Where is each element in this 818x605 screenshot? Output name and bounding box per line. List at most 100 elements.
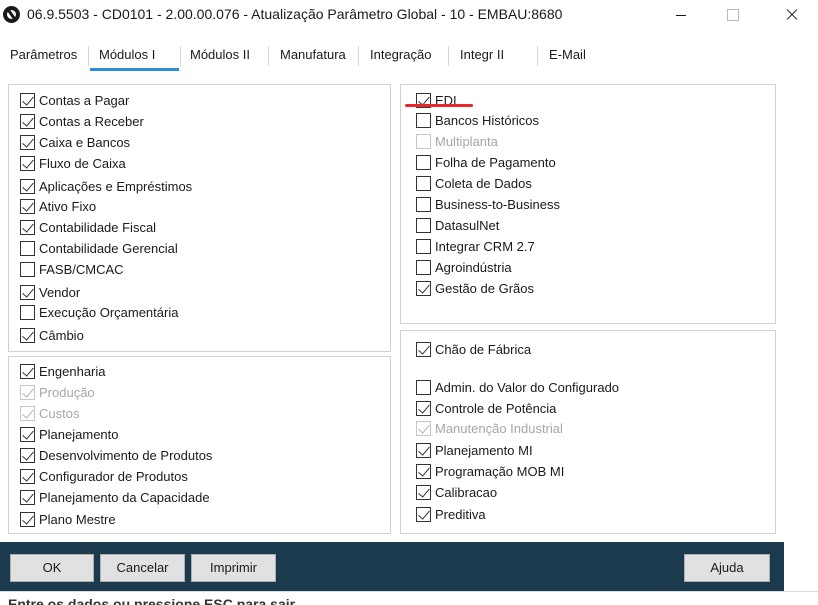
checkbox-label: Coleta de Dados (435, 175, 532, 191)
checkbox-coleta-de-dados[interactable]: Coleta de Dados (416, 174, 532, 192)
minimize-icon[interactable] (658, 0, 704, 30)
checkbox-preditiva[interactable]: Preditiva (416, 505, 486, 523)
checkbox-desenvolvimento-de-produtos[interactable]: Desenvolvimento de Produtos (20, 446, 212, 464)
tab-integracao[interactable]: Integração (361, 40, 431, 70)
checkbox-vendor[interactable]: Vendor (20, 283, 80, 301)
checkbox-label: Fluxo de Caixa (39, 155, 126, 171)
checkbox-integrar-crm[interactable]: Integrar CRM 2.7 (416, 237, 535, 255)
checkbox-box[interactable] (416, 196, 431, 212)
checkbox-planejamento-mi[interactable]: Planejamento MI (416, 441, 533, 459)
status-text: Entre os dados ou pressione ESC para sai… (8, 596, 299, 605)
checkbox-box[interactable] (416, 217, 431, 233)
checkbox-box[interactable] (416, 463, 431, 479)
checkbox-box[interactable] (20, 468, 35, 484)
checkbox-box[interactable] (20, 489, 35, 505)
checkbox-box[interactable] (20, 327, 35, 343)
checkbox-box[interactable] (416, 259, 431, 275)
checkbox-datasulnet[interactable]: DatasulNet (416, 216, 499, 234)
checkbox-box (20, 384, 35, 400)
checkbox-contas-a-receber[interactable]: Contas a Receber (20, 112, 144, 130)
tab-modulos-i[interactable]: Módulos I (90, 40, 179, 71)
checkbox-fasb-cmcac[interactable]: FASB/CMCAC (20, 260, 124, 278)
checkbox-label: Agroindústria (435, 259, 512, 275)
checkbox-box[interactable] (20, 113, 35, 129)
checkbox-box[interactable] (20, 178, 35, 194)
help-button[interactable]: Ajuda (684, 554, 770, 582)
checkbox-configurador-de-produtos[interactable]: Configurador de Produtos (20, 467, 188, 485)
checkbox-label: Preditiva (435, 506, 486, 522)
checkbox-label: Configurador de Produtos (39, 468, 188, 484)
checkbox-contas-a-pagar[interactable]: Contas a Pagar (20, 91, 129, 109)
tab-manufatura[interactable]: Manufatura (271, 40, 351, 70)
tab-separator (268, 46, 269, 66)
checkbox-box[interactable] (20, 155, 35, 171)
red-underline-annotation (405, 104, 473, 107)
checkbox-cambio[interactable]: Câmbio (20, 326, 84, 344)
checkbox-programacao-mob-mi[interactable]: Programação MOB MI (416, 462, 564, 480)
checkbox-box[interactable] (416, 238, 431, 254)
checkbox-bancos-historicos[interactable]: Bancos Históricos (416, 111, 539, 129)
checkbox-box[interactable] (20, 92, 35, 108)
checkbox-planejamento-da-capacidade[interactable]: Planejamento da Capacidade (20, 488, 210, 506)
checkbox-label: FASB/CMCAC (39, 261, 124, 277)
tab-separator (88, 46, 89, 66)
checkbox-label: Vendor (39, 284, 81, 300)
checkbox-execucao-orcamentaria[interactable]: Execução Orçamentária (20, 303, 178, 321)
ok-button[interactable]: OK (10, 554, 94, 582)
checkbox-engenharia[interactable]: Engenharia (20, 362, 106, 380)
checkbox-box[interactable] (20, 261, 35, 277)
checkbox-box[interactable] (416, 442, 431, 458)
checkbox-label: Calibracao (435, 484, 498, 500)
checkbox-label: Multiplanta (435, 133, 498, 149)
checkbox-box[interactable] (20, 304, 35, 320)
cancel-button[interactable]: Cancelar (100, 554, 185, 582)
checkbox-box[interactable] (416, 154, 431, 170)
tab-parametros[interactable]: Parâmetros (1, 40, 77, 70)
checkbox-ativo-fixo[interactable]: Ativo Fixo (20, 197, 96, 215)
checkbox-box[interactable] (20, 426, 35, 442)
checkbox-box[interactable] (20, 511, 35, 527)
checkbox-box[interactable] (20, 198, 35, 214)
checkbox-box[interactable] (20, 240, 35, 256)
checkbox-box[interactable] (20, 284, 35, 300)
checkbox-box[interactable] (416, 175, 431, 191)
checkbox-box[interactable] (416, 280, 431, 296)
checkbox-caixa-e-bancos[interactable]: Caixa e Bancos (20, 133, 130, 151)
checkbox-label: Manutenção Industrial (435, 420, 563, 436)
checkbox-business-to-business[interactable]: Business-to-Business (416, 195, 560, 213)
checkbox-chao-de-fabrica[interactable]: Chão de Fábrica (416, 340, 531, 358)
tab-integr-ii[interactable]: Integr II (451, 40, 504, 70)
checkbox-aplicacoes-e-emprestimos[interactable]: Aplicações e Empréstimos (20, 177, 192, 195)
title-bar: 06.9.5503 - CD0101 - 2.00.00.076 - Atual… (0, 0, 818, 30)
print-button[interactable]: Imprimir (191, 554, 276, 582)
checkbox-admin-valor-configurado[interactable]: Admin. do Valor do Configurado (416, 378, 619, 396)
checkbox-contabilidade-gerencial[interactable]: Contabilidade Gerencial (20, 239, 178, 257)
checkbox-label: Folha de Pagamento (435, 154, 556, 170)
checkbox-box[interactable] (416, 484, 431, 500)
checkbox-label: Desenvolvimento de Produtos (39, 447, 213, 463)
checkbox-calibracao[interactable]: Calibracao (416, 483, 497, 501)
checkbox-box[interactable] (416, 379, 431, 395)
checkbox-gestao-de-graos[interactable]: Gestão de Grãos (416, 279, 534, 297)
checkbox-planejamento[interactable]: Planejamento (20, 425, 119, 443)
checkbox-box[interactable] (20, 219, 35, 235)
checkbox-agroindustria[interactable]: Agroindústria (416, 258, 512, 276)
tab-modulos-ii[interactable]: Módulos II (181, 40, 250, 70)
checkbox-box[interactable] (416, 506, 431, 522)
checkbox-controle-de-potencia[interactable]: Controle de Potência (416, 399, 556, 417)
checkbox-box[interactable] (20, 134, 35, 150)
tab-email[interactable]: E-Mail (540, 40, 586, 70)
checkbox-box[interactable] (20, 447, 35, 463)
checkbox-box (20, 405, 35, 421)
checkbox-box[interactable] (416, 341, 431, 357)
checkbox-contabilidade-fiscal[interactable]: Contabilidade Fiscal (20, 218, 156, 236)
checkbox-box[interactable] (416, 400, 431, 416)
checkbox-folha-de-pagamento[interactable]: Folha de Pagamento (416, 153, 556, 171)
checkbox-plano-mestre[interactable]: Plano Mestre (20, 510, 116, 528)
checkbox-box[interactable] (20, 363, 35, 379)
checkbox-fluxo-de-caixa[interactable]: Fluxo de Caixa (20, 154, 126, 172)
checkbox-box[interactable] (416, 112, 431, 128)
close-icon[interactable] (768, 0, 814, 30)
checkbox-label: Gestão de Grãos (435, 280, 534, 296)
app-logo-icon (3, 6, 20, 23)
